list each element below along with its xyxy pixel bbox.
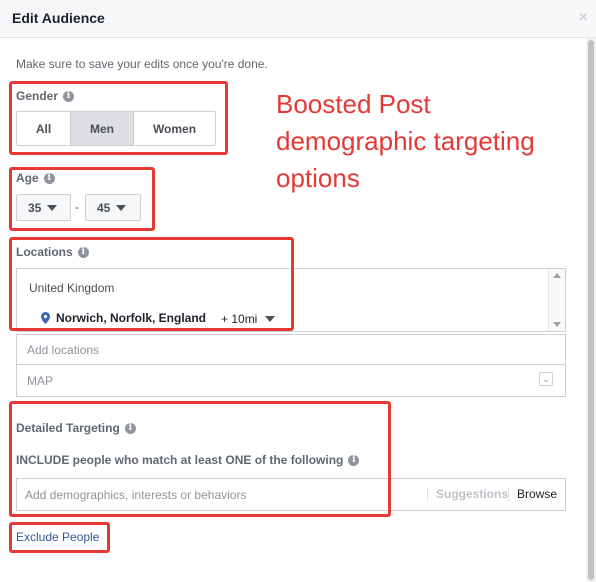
browse-button[interactable]: Browse (507, 487, 557, 501)
close-icon[interactable]: × (579, 9, 588, 27)
chevron-down-icon (265, 316, 276, 322)
locations-label-row: Locations i (16, 245, 89, 259)
radius-value: + 10mi (221, 312, 258, 326)
info-icon[interactable]: i (63, 90, 75, 102)
map-pin-icon (41, 312, 50, 324)
gender-option-men[interactable]: Men (71, 112, 134, 145)
chevron-down-icon (116, 204, 127, 211)
annotation-line: demographic targeting (276, 126, 535, 156)
age-max-value: 45 (97, 200, 111, 215)
info-icon[interactable]: i (77, 246, 89, 258)
dialog-header: Edit Audience × (0, 0, 596, 38)
map-label: MAP (27, 373, 54, 388)
location-country: United Kingdom (29, 281, 115, 295)
chevron-down-icon (47, 204, 58, 211)
annotation-line: Boosted Post (276, 89, 431, 119)
location-list: United Kingdom Norwich, Norfolk, England… (16, 268, 566, 332)
annotation-line: options (276, 163, 360, 193)
locations-label: Locations (16, 245, 73, 259)
age-label: Age (16, 171, 39, 185)
map-toggle[interactable]: MAP ⌄ (16, 364, 566, 397)
annotation-note: Boosted Post demographic targeting optio… (276, 86, 535, 197)
gender-segmented-control: All Men Women (16, 111, 216, 146)
detailed-targeting-label-row: Detailed Targeting i (16, 421, 136, 435)
detailed-targeting-input[interactable]: Add demographics, interests or behaviors… (16, 478, 566, 511)
age-label-row: Age i (16, 171, 55, 185)
age-min-value: 35 (28, 200, 42, 215)
gender-option-all[interactable]: All (17, 112, 71, 145)
chevron-down-icon[interactable]: ⌄ (539, 372, 553, 386)
add-locations-input[interactable]: Add locations (16, 334, 566, 366)
include-text-row: INCLUDE people who match at least ONE of… (16, 453, 360, 467)
include-text: INCLUDE people who match at least ONE of… (16, 453, 344, 467)
scrollbar-thumb[interactable] (588, 40, 594, 580)
location-city[interactable]: Norwich, Norfolk, England (41, 311, 206, 325)
age-max-select[interactable]: 45 (85, 194, 141, 221)
dialog-title: Edit Audience (12, 10, 105, 26)
gender-option-women[interactable]: Women (134, 112, 215, 145)
page-scrollbar[interactable] (586, 38, 596, 582)
radius-dropdown[interactable]: + 10mi (221, 312, 276, 326)
age-separator: - (75, 200, 79, 214)
scroll-up-icon[interactable] (553, 273, 561, 278)
exclude-people-link[interactable]: Exclude People (16, 530, 99, 544)
suggestions-button[interactable]: Suggestions (426, 487, 508, 501)
save-hint: Make sure to save your edits once you're… (16, 57, 268, 71)
location-city-label: Norwich, Norfolk, England (56, 311, 207, 325)
info-icon[interactable]: i (348, 454, 360, 466)
detailed-targeting-label: Detailed Targeting (16, 421, 120, 435)
info-icon[interactable]: i (43, 172, 55, 184)
info-icon[interactable]: i (124, 422, 136, 434)
scroll-down-icon[interactable] (553, 322, 561, 327)
gender-label-row: Gender i (16, 89, 75, 103)
targeting-placeholder: Add demographics, interests or behaviors (25, 488, 247, 502)
age-min-select[interactable]: 35 (16, 194, 71, 221)
gender-label: Gender (16, 89, 59, 103)
location-list-scrollbar[interactable] (548, 269, 565, 331)
